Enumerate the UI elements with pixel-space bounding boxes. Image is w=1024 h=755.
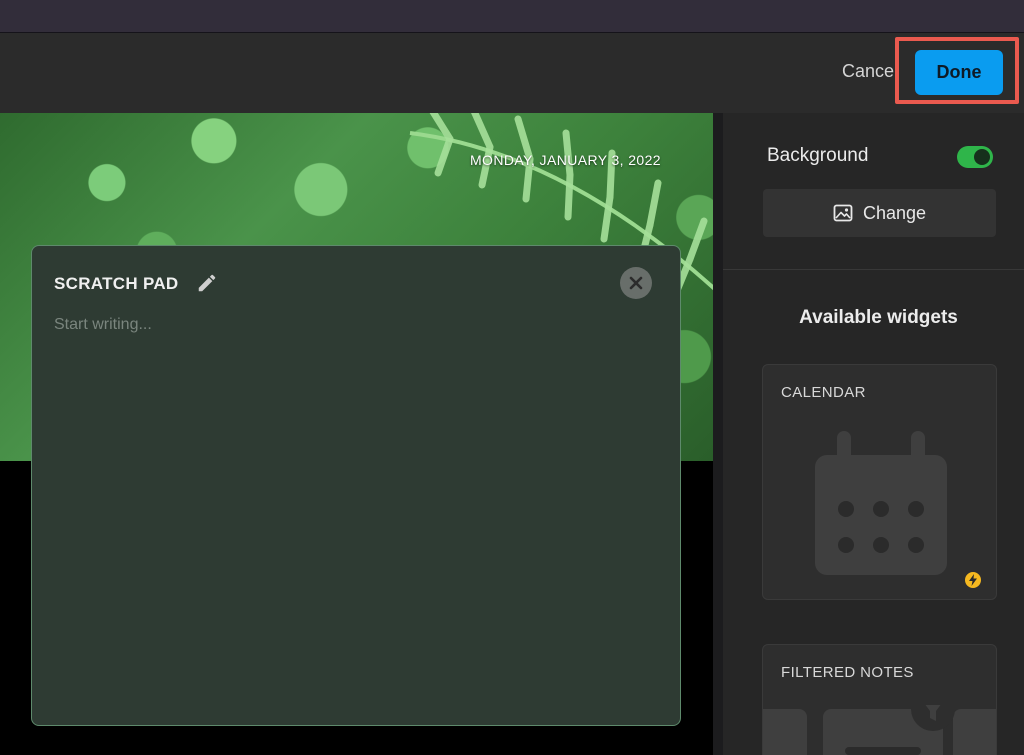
widgets-sidebar: Background Change Available widgets CALE… xyxy=(723,113,1024,755)
background-settings: Background Change xyxy=(723,113,1024,270)
pencil-icon[interactable] xyxy=(196,272,218,294)
widget-title: FILTERED NOTES xyxy=(781,664,914,681)
background-toggle[interactable] xyxy=(957,146,993,168)
scratch-pad-input[interactable]: Start writing... xyxy=(54,316,152,334)
date-label: MONDAY, JANUARY 3, 2022 xyxy=(469,152,661,168)
widget-filtered-notes[interactable]: FILTERED NOTES xyxy=(762,644,997,755)
toggle-knob xyxy=(974,149,990,165)
close-icon[interactable] xyxy=(620,267,652,299)
available-widgets-heading: Available widgets xyxy=(799,307,958,328)
funnel-icon xyxy=(763,705,996,755)
cancel-button[interactable]: Cancel xyxy=(842,61,898,82)
scratch-pad-title: SCRATCH PAD xyxy=(54,274,179,293)
done-button[interactable]: Done xyxy=(915,50,1003,95)
change-button-label: Change xyxy=(862,202,927,223)
scratch-pad-widget[interactable]: SCRATCH PAD Start writing... xyxy=(31,245,681,726)
bolt-icon xyxy=(965,572,981,588)
calendar-icon xyxy=(815,431,947,575)
change-background-button[interactable]: Change xyxy=(763,189,996,237)
dashboard-canvas: MONDAY, JANUARY 3, 2022 SCRATCH PAD Star… xyxy=(0,113,713,755)
edit-header: Cancel xyxy=(0,33,1024,113)
background-label: Background xyxy=(767,145,869,166)
widget-title: CALENDAR xyxy=(781,384,866,401)
window-titlebar xyxy=(0,0,1024,33)
widget-calendar[interactable]: CALENDAR xyxy=(762,364,997,600)
image-icon xyxy=(833,204,853,222)
